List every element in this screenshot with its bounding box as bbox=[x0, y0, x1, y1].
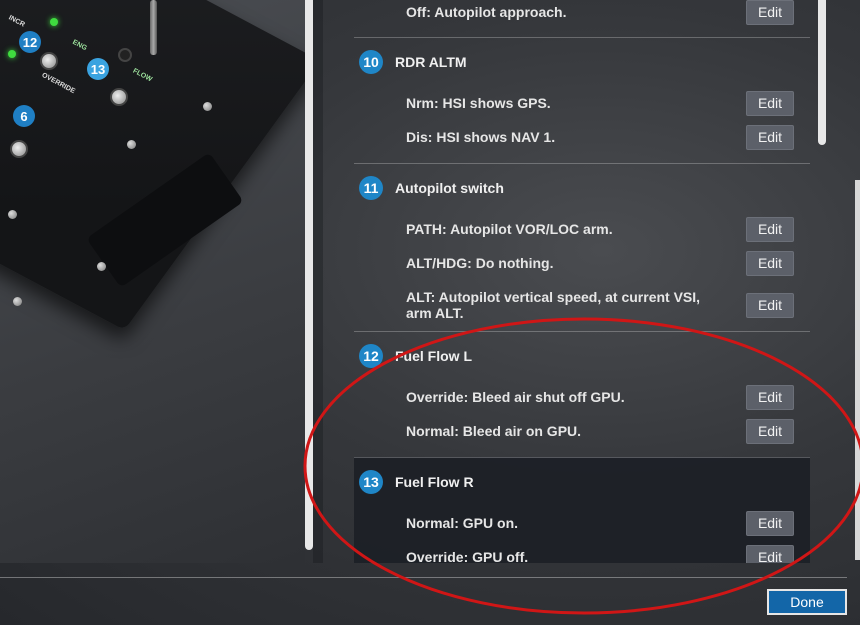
divider bbox=[313, 0, 323, 563]
toggle-switch bbox=[110, 88, 128, 106]
status-led bbox=[50, 18, 58, 26]
list-item: Dis: HSI shows NAV 1. Edit bbox=[354, 120, 810, 154]
section-number-badge: 13 bbox=[359, 470, 383, 494]
section-header: 12 Fuel Flow L bbox=[354, 332, 810, 380]
list-scrollbar[interactable] bbox=[818, 0, 826, 145]
footer-divider bbox=[0, 577, 847, 578]
row-label: ALT/HDG: Do nothing. bbox=[406, 255, 554, 271]
row-label: ALT: Autopilot vertical speed, at curren… bbox=[406, 289, 701, 321]
edit-button[interactable]: Edit bbox=[746, 418, 794, 444]
edit-button[interactable]: Edit bbox=[746, 216, 794, 242]
section-11: 11 Autopilot switch PATH: Autopilot VOR/… bbox=[354, 163, 810, 331]
row-label: Normal: GPU on. bbox=[406, 515, 519, 531]
section-header: 13 Fuel Flow R bbox=[354, 458, 810, 506]
antenna bbox=[150, 0, 157, 55]
section-title: RDR ALTM bbox=[395, 54, 467, 70]
edit-button[interactable]: Edit bbox=[746, 250, 794, 276]
row-label: PATH: Autopilot VOR/LOC arm. bbox=[406, 221, 613, 237]
screw bbox=[203, 102, 212, 111]
edit-button[interactable]: Edit bbox=[746, 124, 794, 150]
done-button[interactable]: Done bbox=[767, 589, 847, 615]
row-label: Override: GPU off. bbox=[406, 549, 529, 563]
list-item: PATH: Autopilot VOR/LOC arm. Edit bbox=[354, 212, 810, 246]
callout-12: 12 bbox=[19, 31, 41, 53]
section-number-badge: 12 bbox=[359, 344, 383, 368]
device-image: ENG FLOW OVERRIDE INCR 12 13 6 bbox=[0, 0, 305, 563]
section-title: Fuel Flow L bbox=[395, 348, 472, 364]
edit-button[interactable]: Edit bbox=[746, 544, 794, 563]
list-item: Normal: Bleed air on GPU. Edit bbox=[354, 414, 810, 448]
section-12: 12 Fuel Flow L Override: Bleed air shut … bbox=[354, 331, 810, 457]
edit-button[interactable]: Edit bbox=[746, 292, 794, 318]
screw bbox=[127, 140, 136, 149]
callout-13: 13 bbox=[87, 58, 109, 80]
list-item: Off: Autopilot approach. Edit bbox=[354, 0, 810, 25]
image-scrollbar[interactable] bbox=[305, 0, 313, 550]
edit-button[interactable]: Edit bbox=[746, 0, 794, 25]
section-13: 13 Fuel Flow R Normal: GPU on. Edit Over… bbox=[354, 457, 810, 563]
section-partial: Off: Autopilot approach. Edit bbox=[354, 0, 810, 37]
window-edge bbox=[855, 180, 860, 560]
edit-button[interactable]: Edit bbox=[746, 510, 794, 536]
row-label: Off: Autopilot approach. bbox=[406, 4, 567, 20]
edit-button[interactable]: Edit bbox=[746, 90, 794, 116]
screw bbox=[8, 210, 17, 219]
screw bbox=[13, 297, 22, 306]
list-item: ALT: Autopilot vertical speed, at curren… bbox=[354, 280, 810, 330]
section-10: 10 RDR ALTM Nrm: HSI shows GPS. Edit Dis… bbox=[354, 37, 810, 163]
row-label: Normal: Bleed air on GPU. bbox=[406, 423, 582, 439]
section-number-badge: 11 bbox=[359, 176, 383, 200]
section-header: 11 Autopilot switch bbox=[354, 164, 810, 212]
toggle-switch bbox=[40, 52, 58, 70]
screw bbox=[97, 262, 106, 271]
list-item: Nrm: HSI shows GPS. Edit bbox=[354, 86, 810, 120]
status-led bbox=[8, 50, 16, 58]
callout-6: 6 bbox=[13, 105, 35, 127]
section-header: 10 RDR ALTM bbox=[354, 38, 810, 86]
section-title: Fuel Flow R bbox=[395, 474, 474, 490]
list-item: Override: Bleed air shut off GPU. Edit bbox=[354, 380, 810, 414]
row-label: Nrm: HSI shows GPS. bbox=[406, 95, 551, 111]
list-item: ALT/HDG: Do nothing. Edit bbox=[354, 246, 810, 280]
row-label: Dis: HSI shows NAV 1. bbox=[406, 129, 556, 145]
list-item: Override: GPU off. Edit bbox=[354, 540, 810, 563]
section-title: Autopilot switch bbox=[395, 180, 504, 196]
section-number-badge: 10 bbox=[359, 50, 383, 74]
row-label: Override: Bleed air shut off GPU. bbox=[406, 389, 625, 405]
edit-button[interactable]: Edit bbox=[746, 384, 794, 410]
knob bbox=[118, 48, 132, 62]
list-item: Normal: GPU on. Edit bbox=[354, 506, 810, 540]
switch-mapping-list: Off: Autopilot approach. Edit 10 RDR ALT… bbox=[354, 0, 810, 563]
toggle-switch bbox=[10, 140, 28, 158]
